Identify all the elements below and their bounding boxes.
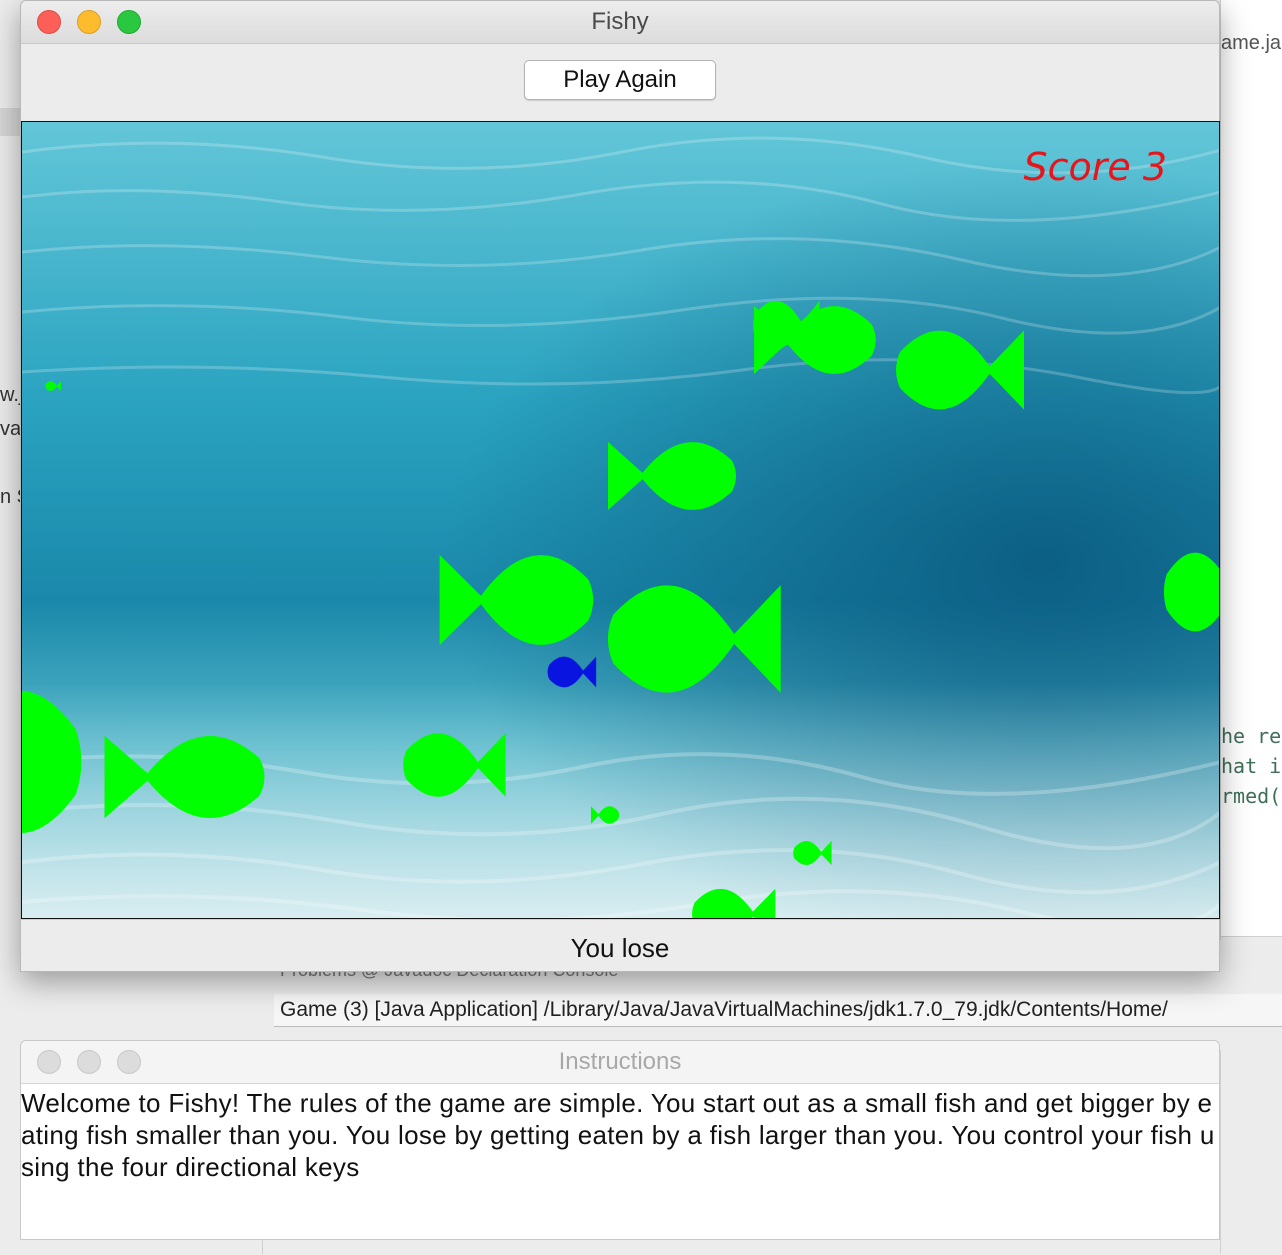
title-bar[interactable]: Fishy — [21, 1, 1219, 44]
instructions-title-bar[interactable]: Instructions — [21, 1041, 1219, 1084]
play-again-button[interactable]: Play Again — [524, 60, 716, 100]
ide-left-fragment: va — [0, 418, 22, 440]
game-status: You lose — [21, 919, 1219, 974]
game-canvas[interactable]: Score 3 — [21, 121, 1220, 919]
console-path: Game (3) [Java Application] /Library/Jav… — [274, 994, 1282, 1027]
game-scene: Score 3 — [22, 122, 1219, 918]
instructions-window: Instructions Welcome to Fishy! The rules… — [20, 1040, 1220, 1240]
instructions-text: Welcome to Fishy! The rules of the game … — [21, 1088, 1215, 1182]
ide-editor-tab[interactable]: ame.ja — [1221, 32, 1281, 55]
ide-selection-strip — [0, 108, 20, 136]
ide-code-line: hat i — [1221, 754, 1282, 778]
window-title: Fishy — [591, 8, 649, 35]
instructions-title: Instructions — [558, 1048, 682, 1075]
fishy-window: Fishy Play Again Score 3 You lose — [20, 0, 1220, 972]
toolbar: Play Again — [21, 43, 1219, 121]
ide-code-line: he re — [1221, 724, 1282, 748]
ide-code-line: rmed( — [1221, 784, 1282, 808]
ide-editor-panel: ame.ja he re hat i rmed( — [1220, 0, 1282, 1255]
score-label: Score 3 — [1023, 145, 1167, 189]
